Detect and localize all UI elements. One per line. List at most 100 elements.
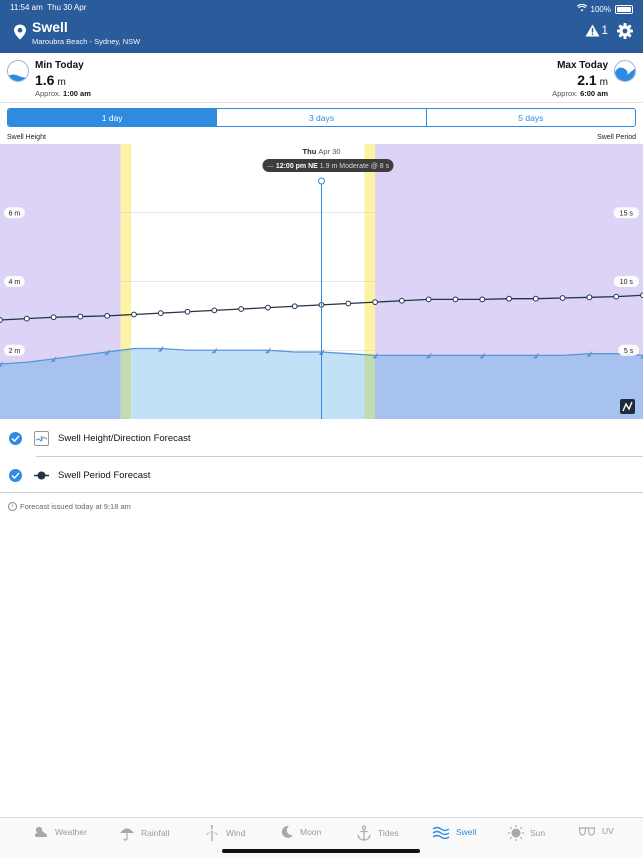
period-point: [559, 295, 566, 301]
legend-label: Swell Height/Direction Forecast: [58, 432, 191, 444]
min-today-value: 1.6: [35, 72, 55, 88]
period-point: [479, 296, 486, 303]
wifi-icon: [576, 3, 587, 14]
forecast-issued-note: i Forecast issued today at 9:18 am: [8, 502, 131, 511]
tab-1-day[interactable]: 1 day: [8, 109, 218, 126]
max-today-unit: m: [599, 77, 608, 88]
min-today-label: Min Today: [35, 60, 84, 71]
max-today-value: 2.1: [577, 72, 597, 88]
period-point: [425, 296, 432, 303]
issued-text: Forecast issued today at 9:18 am: [20, 502, 131, 511]
high-wave-icon: [614, 60, 636, 82]
nav-item-uv[interactable]: UV: [578, 825, 614, 837]
time-marker-handle: [318, 177, 325, 185]
period-point: [131, 311, 137, 318]
max-today: Max Today 2.1 m Approx. 6:00 am: [552, 60, 608, 98]
sunglasses-icon: [578, 827, 596, 836]
nav-label: UV: [602, 826, 614, 836]
period-point: [532, 295, 539, 302]
swell-period-legend-icon: [34, 467, 49, 483]
battery-icon: [615, 4, 633, 14]
min-approx-prefix: Approx.: [35, 89, 61, 98]
home-indicator: [222, 849, 420, 853]
left-axis-title: Swell Height: [7, 134, 46, 141]
nav-item-wind[interactable]: Wind: [204, 825, 245, 841]
period-point: [104, 312, 111, 319]
nav-item-rainfall[interactable]: Rainfall: [119, 825, 169, 841]
period-point: [613, 293, 620, 300]
period-point: [23, 315, 30, 322]
legend-label: Swell Period Forecast: [58, 469, 151, 481]
swell-chart[interactable]: 2 m 4 m 6 m 5 s 10 s 15 s Thu Apr 30 — 12:00 pm…: [0, 144, 643, 419]
status-date: Thu 30 Apr: [47, 3, 87, 12]
period-point: [452, 296, 459, 303]
legend-swell-period[interactable]: Swell Period Forecast: [0, 457, 643, 493]
period-point: [372, 299, 378, 306]
min-max-summary: Min Today 1.6 m Approx. 1:00 am Max Today…: [0, 53, 643, 103]
right-tick-label: 5 s: [624, 348, 634, 355]
nav-label: Sun: [530, 828, 546, 838]
status-bar: 11:54 am Thu 30 Apr 100%: [10, 3, 633, 15]
low-wave-icon: [7, 60, 29, 82]
anchor-icon: [357, 825, 371, 841]
right-axis-title: Swell Period: [597, 134, 636, 141]
nav-label: Tides: [378, 828, 399, 838]
checkmark-icon[interactable]: [9, 431, 22, 445]
app-header: 11:54 am Thu 30 Apr 100% Swell Maroubra …: [0, 0, 643, 53]
tab-3-days[interactable]: 3 days: [217, 109, 427, 126]
legend-swell-height[interactable]: Swell Height/Direction Forecast: [0, 420, 643, 456]
tooltip-text: — 12:00 pm NE 1.9 m Moderate @ 8 s: [267, 163, 390, 170]
gear-icon[interactable]: [617, 23, 633, 39]
swell-height-legend-icon: [34, 430, 49, 446]
left-tick-label: 6 m: [9, 210, 21, 217]
period-point: [291, 303, 298, 310]
period-point: [50, 314, 57, 321]
nav-label: Rainfall: [141, 828, 170, 838]
period-point: [345, 300, 352, 307]
battery-percent: 100%: [590, 4, 611, 14]
period-point: [0, 317, 3, 323]
min-today-time: 1:00 am: [62, 89, 91, 98]
umbrella-icon: [120, 828, 134, 841]
nav-label: Moon: [300, 827, 322, 837]
chart-date-label: Thu Apr 30: [303, 147, 341, 156]
nav-item-swell[interactable]: Swell: [432, 825, 476, 839]
sun-icon: [508, 825, 524, 841]
alert-count: 1: [601, 23, 608, 37]
nav-label: Swell: [456, 827, 477, 837]
status-time: 11:54 am: [10, 3, 43, 12]
alert-button[interactable]: 1: [585, 23, 608, 37]
checkmark-icon[interactable]: [9, 468, 22, 482]
warning-icon: [585, 24, 600, 36]
nav-item-weather[interactable]: Weather: [33, 825, 87, 839]
period-point: [77, 313, 84, 320]
period-point: [184, 308, 191, 315]
weather-icon: [35, 826, 47, 837]
period-point: [238, 306, 245, 312]
moon-icon: [281, 825, 293, 838]
max-approx-prefix: Approx.: [552, 89, 578, 98]
period-point: [586, 294, 593, 301]
nav-item-sun[interactable]: Sun: [508, 825, 545, 841]
nav-item-tides[interactable]: Tides: [356, 825, 398, 841]
left-tick-label: 4 m: [9, 279, 21, 286]
nav-label: Weather: [55, 827, 87, 837]
wave-icon: [432, 826, 450, 839]
period-point: [265, 304, 271, 311]
max-today-label: Max Today: [557, 60, 608, 71]
range-tabs: 1 day 3 days 5 days: [7, 108, 636, 127]
right-tick-label: 10 s: [620, 279, 634, 286]
period-point: [157, 310, 164, 317]
min-today: Min Today 1.6 m Approx. 1:00 am: [35, 60, 91, 98]
period-point: [506, 295, 512, 302]
location-pin-icon[interactable]: [13, 24, 27, 40]
period-point: [398, 297, 405, 304]
max-today-time: 6:00 am: [580, 89, 608, 98]
divider: [0, 492, 643, 493]
wind-turbine-icon: [206, 825, 218, 841]
tab-5-days[interactable]: 5 days: [427, 109, 635, 126]
location-name[interactable]: Maroubra Beach - Sydney, NSW: [32, 37, 140, 46]
nav-item-moon[interactable]: Moon: [280, 825, 321, 839]
info-icon: i: [8, 502, 17, 511]
nav-label: Wind: [226, 828, 246, 838]
